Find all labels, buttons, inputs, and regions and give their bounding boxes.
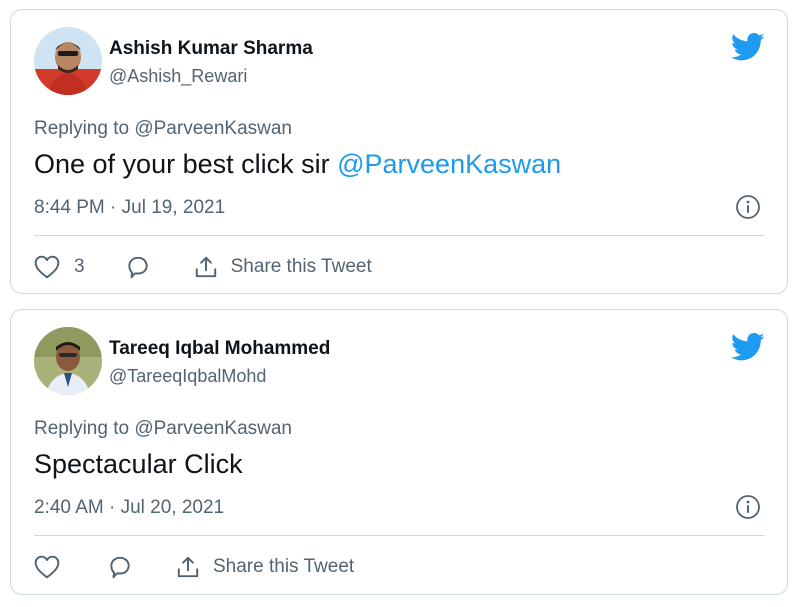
replying-to-link[interactable]: @ParveenKaswan — [134, 118, 292, 139]
author-name[interactable]: Tareeq Iqbal Mohammed — [109, 338, 330, 360]
avatar[interactable] — [34, 327, 102, 395]
tweet-text: Spectacular Click — [34, 449, 243, 479]
tweet-timestamp[interactable]: 2:40 AM · Jul 20, 2021 — [34, 497, 224, 519]
action-bar: 3 Share this Tweet — [34, 252, 372, 282]
tweet-card[interactable]: Ashish Kumar Sharma @Ashish_Rewari Reply… — [10, 9, 788, 294]
tweet-body: One of your best click sir — [34, 149, 338, 179]
tweet-text: One of your best click sir @ParveenKaswa… — [34, 149, 561, 180]
heart-icon — [34, 255, 60, 279]
action-bar: Share this Tweet — [34, 552, 354, 582]
mention-link[interactable]: @ParveenKaswan — [337, 149, 561, 179]
replying-to: Replying to @ParveenKaswan — [34, 418, 292, 440]
like-button[interactable] — [34, 555, 60, 579]
divider — [34, 235, 765, 236]
author-handle[interactable]: @Ashish_Rewari — [109, 66, 247, 87]
share-button[interactable]: Share this Tweet — [175, 554, 354, 580]
share-upload-icon — [195, 256, 216, 278]
author-name[interactable]: Ashish Kumar Sharma — [109, 38, 313, 60]
avatar[interactable] — [34, 27, 102, 95]
share-label: Share this Tweet — [213, 556, 355, 577]
heart-icon — [34, 555, 60, 579]
reply-button[interactable] — [125, 254, 151, 280]
replying-prefix: Replying to — [34, 418, 135, 439]
tweet-card[interactable]: Tareeq Iqbal Mohammed @TareeqIqbalMohd R… — [10, 309, 788, 595]
like-button[interactable]: 3 — [34, 255, 85, 279]
share-upload-icon — [177, 556, 199, 578]
reply-bubble-icon — [127, 256, 148, 279]
replying-prefix: Replying to — [34, 118, 135, 139]
info-icon[interactable] — [735, 194, 761, 220]
twitter-bird-icon[interactable] — [730, 32, 765, 62]
share-label: Share this Tweet — [230, 256, 372, 277]
replying-to: Replying to @ParveenKaswan — [34, 118, 292, 140]
reply-button[interactable] — [107, 554, 133, 580]
author-handle[interactable]: @TareeqIqbalMohd — [109, 366, 266, 387]
like-count: 3 — [74, 256, 85, 277]
reply-bubble-icon — [110, 556, 130, 579]
twitter-bird-icon[interactable] — [730, 332, 765, 362]
divider — [34, 535, 765, 536]
tweet-timestamp[interactable]: 8:44 PM · Jul 19, 2021 — [34, 197, 225, 219]
info-icon[interactable] — [735, 494, 761, 520]
replying-to-link[interactable]: @ParveenKaswan — [134, 418, 292, 439]
share-button[interactable]: Share this Tweet — [193, 254, 372, 280]
